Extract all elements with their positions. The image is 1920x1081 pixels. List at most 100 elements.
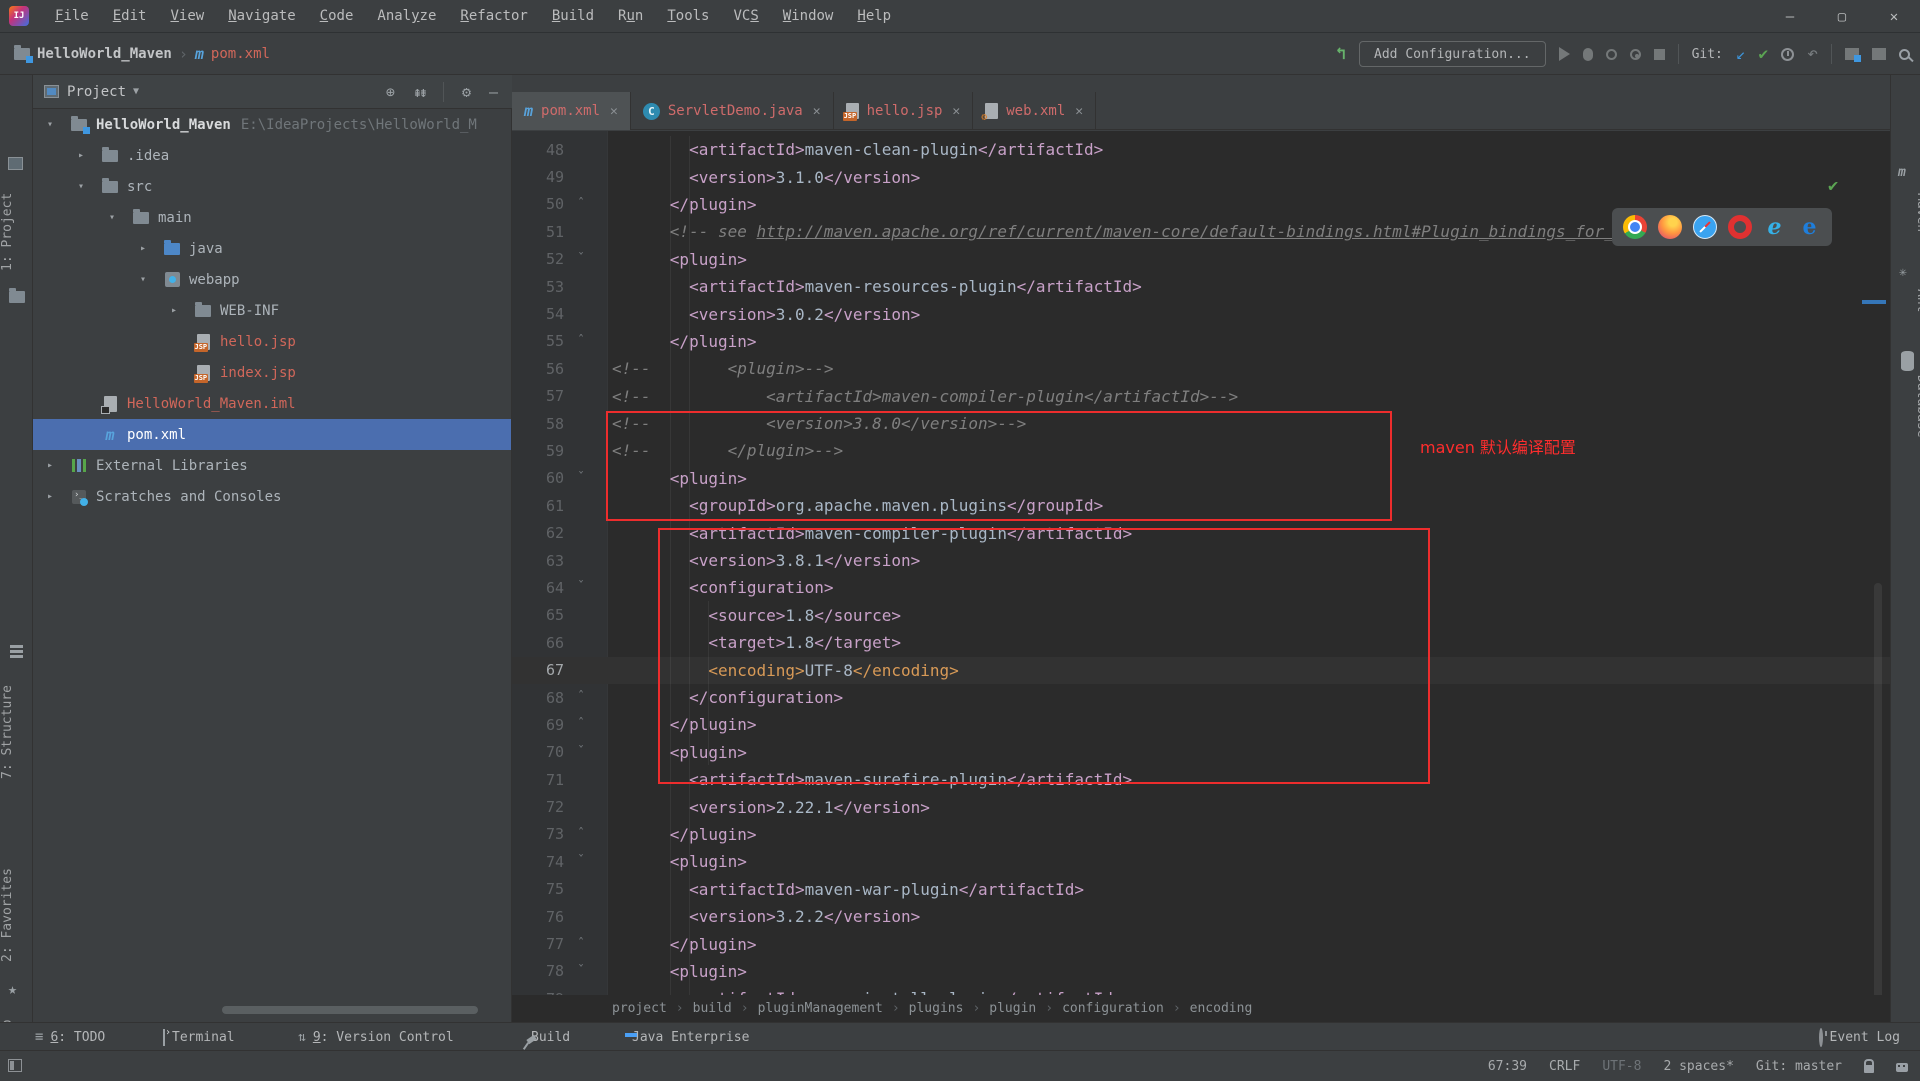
changes-icon[interactable]	[1845, 48, 1859, 60]
ant-icon[interactable]: ✳	[1899, 265, 1907, 280]
fold-marker-icon[interactable]: ˆ	[564, 197, 598, 212]
run-icon[interactable]	[1559, 47, 1570, 61]
fold-marker-icon[interactable]: ˆ	[564, 717, 598, 732]
expand-arrow-icon[interactable]: ▸	[44, 491, 56, 502]
toolwindow-toggle-icon[interactable]	[8, 1059, 22, 1072]
code-line-76[interactable]: 76 <version>3.2.2</version>	[512, 903, 1890, 930]
menu-edit[interactable]: Edit	[101, 0, 159, 33]
menu-view[interactable]: View	[158, 0, 216, 33]
tool-button-6-todo[interactable]: ≡6: TODO	[35, 1023, 105, 1051]
menu-refactor[interactable]: Refactor	[448, 0, 539, 33]
breadcrumb-item-project[interactable]: project	[612, 1001, 667, 1016]
tool-button-9-version-control[interactable]: ⇅9: Version Control	[298, 1023, 454, 1051]
tab-hello.jsp[interactable]: hello.jsp✕	[834, 92, 974, 130]
tree-row-webapp[interactable]: ▾ webapp	[33, 264, 511, 295]
tree-row-pom.xml[interactable]: m pom.xml	[33, 419, 511, 450]
expand-arrow-icon[interactable]: ▾	[44, 119, 56, 130]
tree-row-java[interactable]: ▸ java	[33, 233, 511, 264]
tab-pom.xml[interactable]: mpom.xml✕	[512, 92, 631, 130]
locate-file-icon[interactable]: ⊕	[386, 83, 395, 101]
code-line-72[interactable]: 72 <version>2.22.1</version>	[512, 793, 1890, 820]
project-tool-icon[interactable]	[8, 157, 23, 170]
project-panel-title[interactable]: Project	[67, 84, 126, 100]
code-line-78[interactable]: 78 ˇ <plugin>	[512, 958, 1890, 985]
breadcrumb-file[interactable]: pom.xml	[211, 46, 270, 62]
code-line-79[interactable]: 79 <artifactId>maven-install-plugin</art…	[512, 985, 1890, 995]
chevron-down-icon[interactable]: ▼	[133, 86, 139, 97]
console-icon[interactable]	[1872, 48, 1886, 60]
tree-row-index.jsp[interactable]: index.jsp	[33, 357, 511, 388]
breadcrumb-item-build[interactable]: build	[693, 1001, 732, 1016]
tree-row-external-libraries[interactable]: ▸ External Libraries	[33, 450, 511, 481]
menu-window[interactable]: Window	[771, 0, 846, 33]
status-2-spaces-[interactable]: 2 spaces*	[1663, 1059, 1733, 1074]
code-line-75[interactable]: 75 <artifactId>maven-war-plugin</artifac…	[512, 876, 1890, 903]
expand-arrow-icon[interactable]: ▾	[106, 212, 118, 223]
tool-button-favorites[interactable]: 2: Favorites	[0, 853, 33, 977]
tree-row-helloworld_maven[interactable]: ▾ HelloWorld_MavenE:\IdeaProjects\HelloW…	[33, 109, 511, 140]
fold-marker-icon[interactable]: ˇ	[564, 964, 598, 979]
menu-file[interactable]: File	[43, 0, 101, 33]
code-line-56[interactable]: 56 <!-- <plugin>-->	[512, 355, 1890, 382]
gear-icon[interactable]: ⚙	[462, 83, 471, 101]
debug-icon[interactable]	[1583, 48, 1593, 61]
tree-row-helloworld_maven.iml[interactable]: HelloWorld_Maven.iml	[33, 388, 511, 419]
close-icon[interactable]: ✕	[1075, 104, 1083, 119]
tool-button-event-log[interactable]: Event Log	[1819, 1023, 1900, 1051]
git-commit-icon[interactable]: ✔	[1759, 46, 1769, 62]
tool-button-terminal[interactable]: Terminal	[163, 1023, 235, 1051]
inspection-ok-icon[interactable]: ✔	[1828, 176, 1838, 196]
expand-arrow-icon[interactable]: ▸	[75, 150, 87, 161]
tool-button-java-enterprise[interactable]: Java Enterprise	[625, 1023, 749, 1051]
code-line-74[interactable]: 74 ˇ <plugin>	[512, 848, 1890, 875]
folder-icon[interactable]	[9, 291, 25, 303]
tool-button-build[interactable]: Build	[524, 1023, 570, 1051]
breadcrumb-item-configuration[interactable]: configuration	[1062, 1001, 1164, 1016]
menu-navigate[interactable]: Navigate	[216, 0, 307, 33]
code-editor[interactable]: 48 <artifactId>maven-clean-plugin</artif…	[512, 131, 1890, 995]
tree-row-.idea[interactable]: ▸ .idea	[33, 140, 511, 171]
tool-button-structure[interactable]: 7: Structure	[0, 667, 33, 797]
collapse-all-icon[interactable]: ⇞⇟	[413, 83, 425, 101]
browser-ie-icon[interactable]: e	[1763, 215, 1787, 239]
fold-marker-icon[interactable]: ˇ	[564, 854, 598, 869]
expand-arrow-icon[interactable]: ▾	[75, 181, 87, 192]
tree-row-web-inf[interactable]: ▸ WEB-INF	[33, 295, 511, 326]
fold-marker-icon[interactable]: ˆ	[564, 827, 598, 842]
lock-icon[interactable]	[1864, 1065, 1874, 1073]
menu-vcs[interactable]: VCS	[721, 0, 770, 33]
tree-row-src[interactable]: ▾ src	[33, 171, 511, 202]
menu-help[interactable]: Help	[845, 0, 903, 33]
tab-web.xml[interactable]: web.xml✕	[973, 92, 1096, 130]
expand-arrow-icon[interactable]: ▸	[168, 305, 180, 316]
expand-arrow-icon[interactable]: ▸	[137, 243, 149, 254]
code-line-73[interactable]: 73 ˆ </plugin>	[512, 821, 1890, 848]
tool-button-project[interactable]: 1: Project	[0, 177, 33, 287]
rollback-icon[interactable]: ↶	[1807, 45, 1818, 63]
git-update-icon[interactable]: ↙	[1736, 46, 1746, 62]
stop-icon[interactable]	[1654, 49, 1665, 60]
fold-marker-icon[interactable]: ˆ	[564, 690, 598, 705]
history-clock-icon[interactable]	[1781, 48, 1794, 61]
close-icon[interactable]: ✕	[952, 104, 960, 119]
database-icon[interactable]	[1901, 351, 1914, 363]
breadcrumb-item-pluginmanagement[interactable]: pluginManagement	[758, 1001, 883, 1016]
fold-marker-icon[interactable]: ˇ	[564, 252, 598, 267]
maven-icon[interactable]: m	[1898, 165, 1906, 180]
add-configuration-button[interactable]: Add Configuration...	[1359, 41, 1546, 67]
hide-panel-icon[interactable]: —	[489, 83, 498, 101]
browser-edge-icon[interactable]: e	[1798, 215, 1822, 239]
menu-build[interactable]: Build	[540, 0, 606, 33]
code-line-49[interactable]: 49 <version>3.1.0</version>	[512, 163, 1890, 190]
maximize-button[interactable]: ▢	[1816, 0, 1868, 33]
menu-code[interactable]: Code	[308, 0, 366, 33]
code-line-53[interactable]: 53 <artifactId>maven-resources-plugin</a…	[512, 273, 1890, 300]
reader-mode-icon[interactable]	[1896, 1063, 1908, 1072]
code-line-57[interactable]: 57 <!-- <artifactId>maven-compiler-plugi…	[512, 383, 1890, 410]
code-line-48[interactable]: 48 <artifactId>maven-clean-plugin</artif…	[512, 136, 1890, 163]
coverage-icon[interactable]	[1606, 49, 1617, 60]
code-line-55[interactable]: 55 ˆ </plugin>	[512, 328, 1890, 355]
close-button[interactable]: ✕	[1868, 0, 1920, 33]
fold-marker-icon[interactable]: ˆ	[564, 334, 598, 349]
breadcrumb-item-plugin[interactable]: plugin	[989, 1001, 1036, 1016]
